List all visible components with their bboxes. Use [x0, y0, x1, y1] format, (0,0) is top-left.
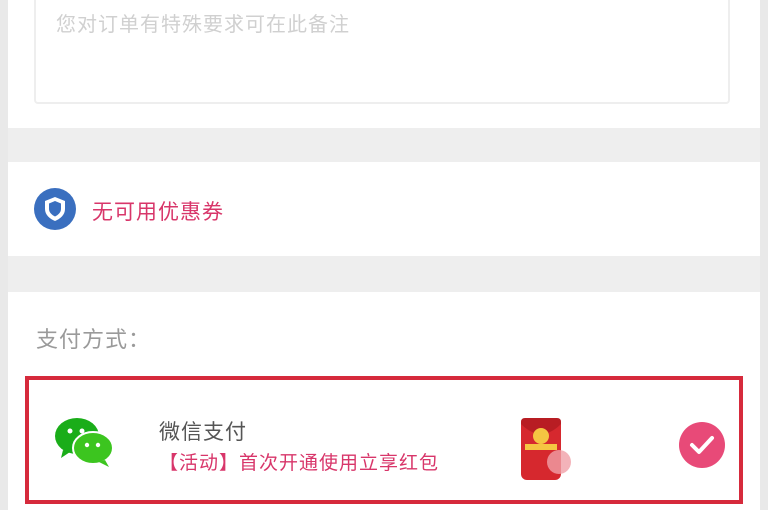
coupon-row[interactable]: 无可用优惠券 [8, 162, 760, 256]
left-edge [0, 0, 8, 510]
check-icon[interactable] [679, 422, 725, 468]
red-packet-icon [513, 414, 575, 484]
payment-promo-text: 【活动】首次开通使用立享红包 [159, 452, 440, 474]
order-page: 您对订单有特殊要求可在此备注 无可用优惠券 支付方式： 微信支付 【活动】首次开… [0, 0, 768, 510]
right-edge [760, 0, 768, 510]
wechat-icon [51, 414, 117, 470]
payment-option-wechat[interactable]: 微信支付 【活动】首次开通使用立享红包 [25, 376, 743, 504]
remark-input[interactable]: 您对订单有特殊要求可在此备注 [34, 0, 730, 104]
section-divider [8, 256, 760, 292]
coupon-status: 无可用优惠券 [92, 200, 224, 224]
coupon-icon [34, 188, 76, 230]
section-divider [8, 128, 760, 162]
payment-option-title: 微信支付 [159, 420, 247, 444]
remark-placeholder: 您对订单有特殊要求可在此备注 [56, 12, 350, 36]
payment-method-label: 支付方式： [36, 328, 152, 353]
